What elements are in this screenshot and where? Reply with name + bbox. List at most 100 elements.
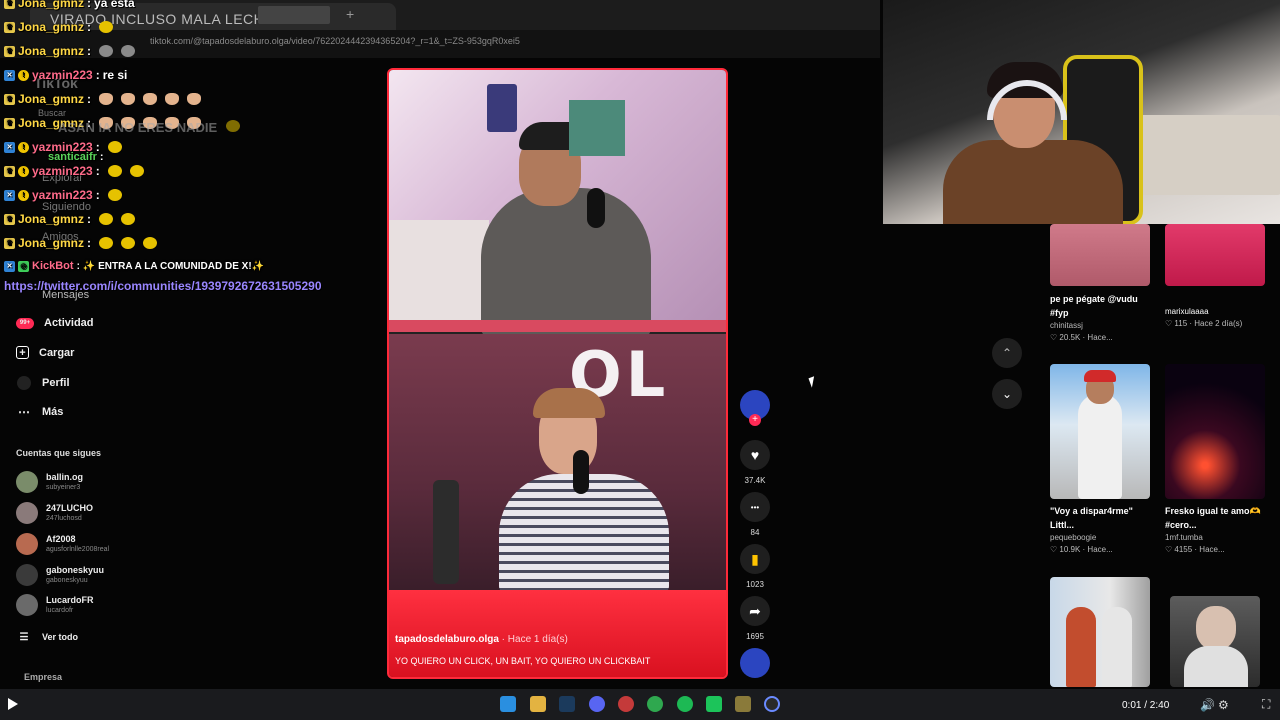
fullscreen-icon[interactable]: ⛶ (1262, 697, 1270, 712)
chat-username: Jona_gmnz (18, 44, 85, 58)
follow-plus-icon[interactable]: + (749, 414, 761, 426)
following-account[interactable]: gaboneskyuu gaboneskyuu (16, 564, 104, 586)
person-shape (1078, 394, 1122, 499)
emote-icon (121, 213, 136, 225)
account-handle: 247luchosd (46, 515, 82, 522)
company-link[interactable]: Empresa (24, 672, 62, 682)
ccleaner-icon[interactable] (764, 696, 780, 712)
sidebar-item-upload[interactable]: + Cargar (16, 346, 74, 359)
thumbnail-stats: ♡ 10.9K · Hace... (1050, 545, 1113, 554)
music-disc-button[interactable] (740, 648, 770, 678)
video-author[interactable]: tapadosdelaburo.olga · Hace 1 día(s) (395, 634, 568, 645)
person-shape (1066, 607, 1096, 687)
subscriber-badge-icon: ♛ (4, 237, 15, 249)
video-thumbnail[interactable] (1170, 596, 1260, 687)
like-count: 37.4K (744, 476, 766, 485)
subscriber-badge-icon: ♛ (4, 117, 15, 129)
thumbnail-info[interactable]: "Voy a dispar4rme" Littl... pequeboogie … (1050, 504, 1150, 556)
chevron-down-icon: ⌄ (1001, 387, 1013, 401)
next-video-button[interactable]: ⌄ (992, 379, 1022, 409)
thermos-shape (433, 480, 459, 584)
streamer-body (943, 140, 1123, 224)
play-icon[interactable] (8, 698, 18, 710)
video-thumbnail[interactable] (1050, 577, 1150, 687)
following-account[interactable]: ballin.og subyeiner3 (16, 471, 83, 493)
thumbnail-caption: pe pe pégate @vudu #fyp (1050, 294, 1138, 318)
video-thumbnail[interactable] (1165, 364, 1265, 499)
video-frame-bottom: OL (389, 334, 726, 594)
sidebar-item-activity[interactable]: 99+ Actividad (16, 317, 94, 329)
emote-icon (107, 189, 122, 201)
sidebar-item-profile[interactable]: Perfil (16, 375, 70, 391)
comment-icon: ••• (740, 492, 770, 522)
thumbnail-info[interactable]: Fresko igual te amo🫶 #cero... 1mf.tumba … (1165, 504, 1265, 556)
subscriber-badge-icon: ♛ (4, 21, 15, 33)
settings-icon[interactable]: ⚙ (1218, 698, 1229, 712)
windows-start-icon[interactable] (500, 696, 516, 712)
bookmark-button[interactable]: ▮ 1023 (740, 544, 770, 589)
video-player[interactable]: OL tapadosdelaburo.olga · Hace 1 día(s) … (387, 68, 728, 679)
emote-icon (121, 45, 136, 57)
subscriber-badge-icon: ♛ (4, 213, 15, 225)
file-explorer-icon[interactable] (530, 696, 546, 712)
notes-app-icon[interactable] (735, 696, 751, 712)
video-thumbnail[interactable] (1050, 364, 1150, 499)
community-link[interactable]: https://twitter.com/i/communities/193979… (4, 279, 322, 293)
chat-username: Jona_gmnz (18, 236, 85, 250)
thumbnail-info[interactable]: pe pe pégate @vudu #fyp chinitassj ♡ 20.… (1050, 292, 1148, 344)
video-thumbnail[interactable] (1050, 224, 1150, 286)
list-icon: ☰ (19, 631, 29, 643)
emote-icon (99, 45, 114, 57)
bed-shape (1133, 115, 1280, 195)
author-name[interactable]: tapadosdelaburo.olga (395, 634, 499, 645)
comment-button[interactable]: ••• 84 (740, 492, 770, 537)
thumbnail-stats: ♡ 115 · Hace 2 día(s) (1165, 319, 1243, 328)
following-account[interactable]: 247LUCHO 247luchosd (16, 502, 93, 524)
following-account[interactable]: LucardoFR lucardofr (16, 594, 94, 616)
person-shape (1102, 607, 1132, 687)
volume-icon[interactable]: 🔊 (1200, 698, 1215, 712)
see-all-link[interactable]: ☰ Ver todo (16, 629, 79, 645)
streaming-app-icon[interactable] (706, 696, 722, 712)
account-name: Af2008 (46, 534, 76, 544)
spotify-icon[interactable] (677, 696, 693, 712)
thumbnail-user: chinitassj (1050, 321, 1083, 330)
mod-badge-icon: ! (18, 69, 29, 81)
new-tab-button[interactable]: + (346, 6, 354, 22)
kick-badge-icon: ✕ (4, 69, 15, 81)
following-account[interactable]: Af2008 agusforlnlle2008real (16, 533, 109, 555)
discord-icon[interactable] (589, 696, 605, 712)
sidebar-item-more[interactable]: ⋯ Más (16, 404, 63, 420)
like-button[interactable]: ♥ 37.4K (740, 440, 770, 485)
share-button[interactable]: ➦ 1695 (740, 596, 770, 641)
thumbnail-user: pequeboogie (1050, 533, 1097, 542)
profile-icon (16, 375, 32, 391)
video-thumbnail[interactable] (1165, 224, 1265, 286)
emote-icon (99, 237, 114, 249)
mouse-cursor-icon (808, 376, 818, 388)
chat-message: ✕ ◎ KickBot: ✨ ENTRA A LA COMUNIDAD DE X… (4, 260, 264, 272)
chat-username: yazmin223 (32, 164, 93, 178)
emote-icon (99, 93, 114, 105)
account-name: ballin.og (46, 472, 83, 482)
emote-icon (225, 120, 240, 132)
person-shape (481, 188, 651, 338)
thumbnail-info[interactable]: marixulaaaa ♡ 115 · Hace 2 día(s) (1165, 306, 1265, 330)
subscriber-badge-icon: ♛ (4, 45, 15, 57)
emote-icon (165, 93, 180, 105)
sidebar-item-label: Perfil (42, 377, 70, 389)
overlay-text: ASAN IA NO ERES NADIE (58, 120, 218, 135)
game-launcher-icon[interactable] (618, 696, 634, 712)
steam-icon[interactable] (559, 696, 575, 712)
mod-badge-icon: ! (18, 141, 29, 153)
previous-video-button[interactable]: ⌃ (992, 338, 1022, 368)
video-time-readout: 0:01 / 2:40 (1122, 700, 1170, 711)
chat-message: ♛ ! yazmin223: (4, 164, 144, 178)
author-avatar-button[interactable]: + (740, 390, 770, 426)
chat-username: KickBot (32, 260, 74, 272)
address-url[interactable]: tiktok.com/@tapadosdelaburo.olga/video/7… (150, 36, 520, 46)
bookmark-count: 1023 (746, 580, 764, 589)
chrome-icon[interactable] (647, 696, 663, 712)
microphone-icon (587, 188, 605, 228)
account-handle: agusforlnlle2008real (46, 546, 110, 553)
